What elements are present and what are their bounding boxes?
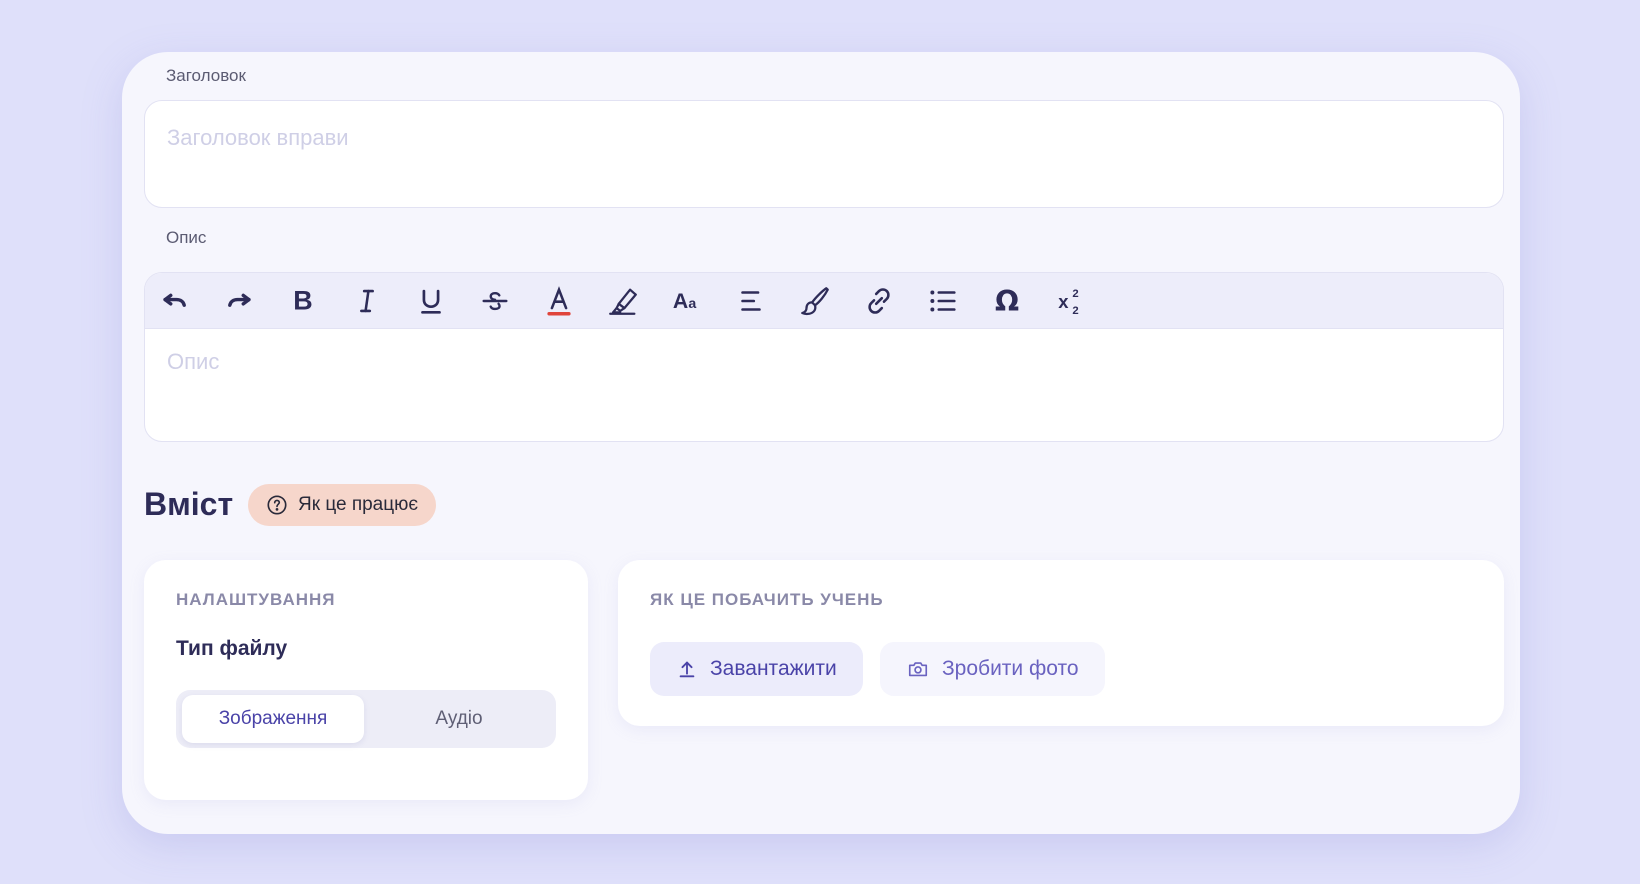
settings-panel: НАЛАШТУВАННЯ Тип файлу Зображення Аудіо bbox=[144, 560, 588, 800]
preview-panel-caption: ЯК ЦЕ ПОБАЧИТЬ УЧЕНЬ bbox=[650, 590, 884, 609]
description-input-placeholder[interactable]: Опис bbox=[167, 349, 219, 375]
align-icon[interactable] bbox=[731, 281, 771, 321]
text-color-icon[interactable] bbox=[539, 281, 579, 321]
file-type-option-audio[interactable]: Аудіо bbox=[368, 695, 550, 743]
editor-toolbar: B Aa Ω x 2 2 bbox=[145, 273, 1503, 329]
help-circle-icon bbox=[266, 494, 288, 516]
bullet-list-icon[interactable] bbox=[923, 281, 963, 321]
svg-text:a: a bbox=[688, 296, 696, 312]
how-it-works-label: Як це працює bbox=[298, 494, 419, 515]
omega-icon[interactable]: Ω bbox=[987, 281, 1027, 321]
title-input[interactable]: Заголовок вправи bbox=[144, 100, 1504, 208]
upload-icon bbox=[676, 658, 698, 680]
brush-icon[interactable] bbox=[795, 281, 835, 321]
file-type-title: Тип файлу bbox=[176, 637, 288, 660]
highlight-icon[interactable] bbox=[603, 281, 643, 321]
bold-icon[interactable]: B bbox=[283, 281, 323, 321]
take-photo-button[interactable]: Зробити фото bbox=[880, 642, 1105, 696]
svg-text:2: 2 bbox=[1072, 305, 1078, 317]
link-icon[interactable] bbox=[859, 281, 899, 321]
file-type-option-image[interactable]: Зображення bbox=[182, 695, 364, 743]
student-preview-panel: ЯК ЦЕ ПОБАЧИТЬ УЧЕНЬ Завантажити Зробити… bbox=[618, 560, 1504, 726]
underline-icon[interactable] bbox=[411, 281, 451, 321]
upload-button[interactable]: Завантажити bbox=[650, 642, 863, 696]
svg-text:2: 2 bbox=[1072, 288, 1078, 300]
take-photo-button-label: Зробити фото bbox=[942, 657, 1079, 680]
svg-text:A: A bbox=[673, 289, 688, 313]
camera-icon bbox=[906, 658, 930, 680]
file-type-toggle: Зображення Аудіо bbox=[176, 690, 556, 748]
svg-text:B: B bbox=[293, 286, 312, 316]
subscript-superscript-icon[interactable]: x2 2 bbox=[1051, 281, 1091, 321]
how-it-works-button[interactable]: Як це працює bbox=[248, 484, 437, 526]
settings-panel-caption: НАЛАШТУВАННЯ bbox=[176, 590, 336, 609]
exercise-editor-card: Заголовок Заголовок вправи Опис B A a Ω … bbox=[122, 52, 1520, 834]
title-input-placeholder: Заголовок вправи bbox=[167, 125, 349, 150]
title-field-label: Заголовок bbox=[166, 66, 246, 85]
undo-icon[interactable] bbox=[155, 281, 195, 321]
description-editor: B Aa Ω x 2 2 Опис bbox=[144, 272, 1504, 442]
redo-icon[interactable] bbox=[219, 281, 259, 321]
content-section-title: Вміст bbox=[144, 486, 234, 522]
italic-icon[interactable] bbox=[347, 281, 387, 321]
description-field-label: Опис bbox=[166, 228, 207, 247]
svg-text:Ω: Ω bbox=[995, 285, 1019, 318]
strikethrough-icon[interactable] bbox=[475, 281, 515, 321]
font-size-icon[interactable]: Aa bbox=[667, 281, 707, 321]
svg-text:x: x bbox=[1058, 291, 1069, 312]
upload-button-label: Завантажити bbox=[710, 657, 837, 680]
